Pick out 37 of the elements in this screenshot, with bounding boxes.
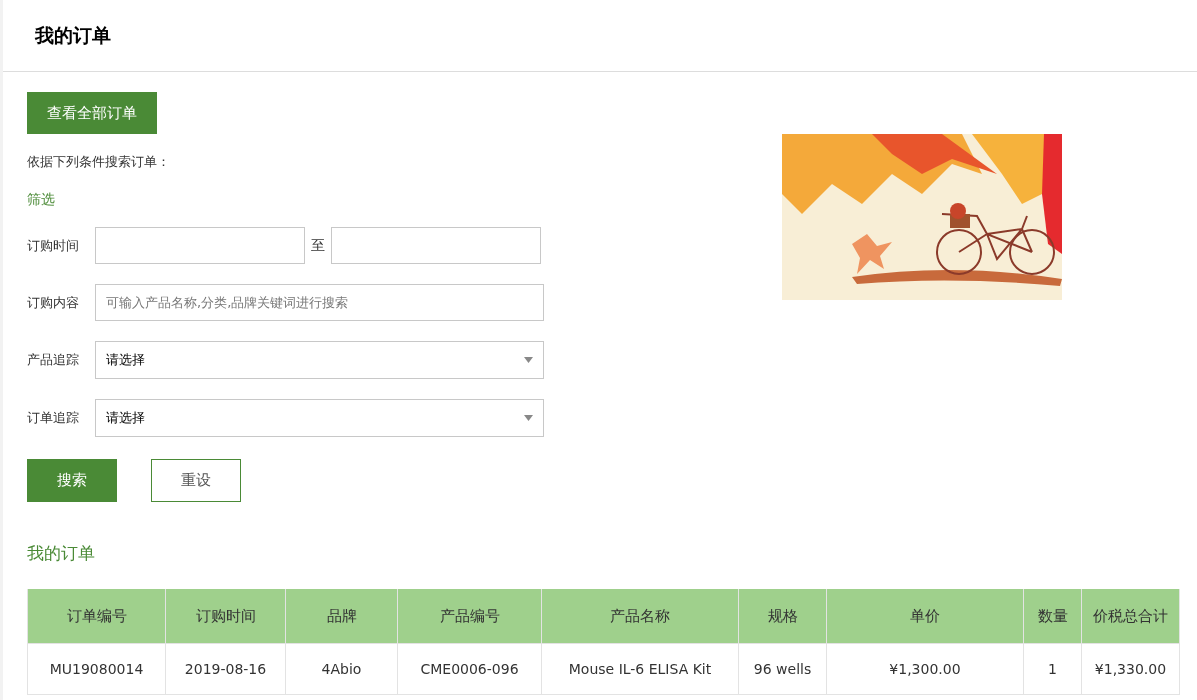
caret-icon [524,415,533,421]
dropdown[interactable]: 请选择 [95,399,544,437]
column-header: 单价 [826,589,1024,644]
table-cell: ¥1,300.00 [826,643,1024,695]
column-header: 产品编号 [397,589,542,644]
search-button[interactable]: 搜索 [27,459,117,502]
table-cell: ¥1,330.00 [1081,643,1180,695]
page-title: 我的订单 [35,22,111,48]
column-header: 订单编号 [27,589,166,644]
caret-icon [524,357,533,363]
column-header: 订购时间 [165,589,286,644]
field-label: 订购内容 [27,293,80,312]
table-cell: 2019-08-16 [165,643,286,695]
column-header: 价税总合计 [1081,589,1180,644]
table-cell: MU19080014 [27,643,166,695]
field-label: 订单追踪 [27,409,80,427]
column-header: 品牌 [285,589,398,644]
reset-button[interactable]: 重设 [151,459,241,502]
filter-label: 筛选 [27,191,56,209]
view-all-orders-button[interactable]: 查看全部订单 [27,92,157,134]
range-separator: 至 [311,236,325,255]
column-header: 产品名称 [541,589,739,644]
date-field[interactable] [95,227,305,264]
column-header: 数量 [1023,589,1082,644]
dropdown[interactable]: 请选择 [95,341,544,379]
search-hint: 依据下列条件搜索订单： [27,153,171,171]
table-cell: 4Abio [285,643,398,695]
table-cell: Mouse IL-6 ELISA Kit [541,643,739,695]
table-cell: CME0006-096 [397,643,542,695]
field-label: 产品追踪 [27,351,80,369]
table-cell: 1 [1023,643,1082,695]
field-label: 订购时间 [27,236,80,255]
orders-section-title: 我的订单 [27,542,96,565]
search-field[interactable]: 可输入产品名称,分类,品牌关键词进行搜索 [95,284,544,321]
date-field[interactable] [331,227,541,264]
table-cell: 96 wells [738,643,827,695]
column-header: 规格 [738,589,827,644]
